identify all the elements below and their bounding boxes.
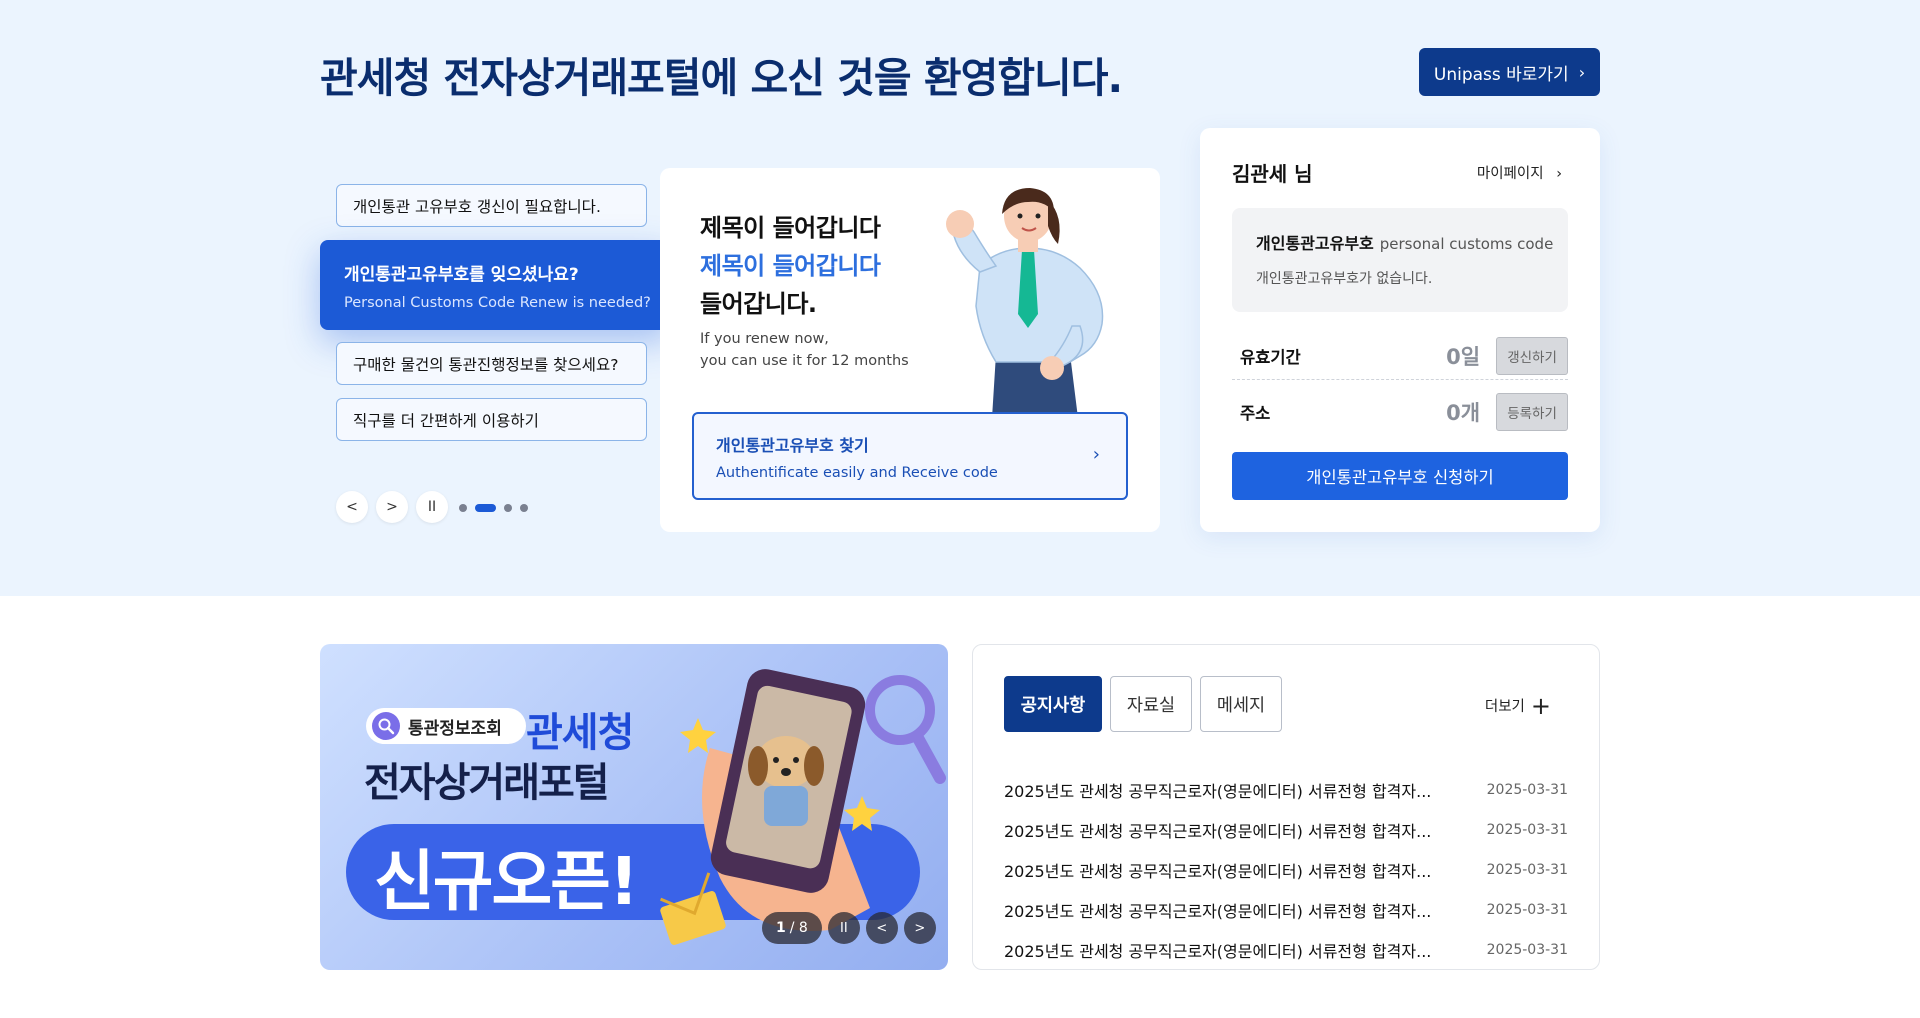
- user-name: 김관세 님: [1232, 162, 1313, 186]
- banner-controls: 1 / 8 II < >: [762, 912, 936, 944]
- notice-date: 2025-03-31: [1486, 782, 1568, 798]
- address-label: 주소: [1240, 404, 1271, 423]
- menu-item-forgot-code[interactable]: 개인통관고유부호를 잊으셨나요? Personal Customs Code R…: [320, 240, 672, 330]
- unipass-button-label: Unipass 바로가기: [1433, 64, 1569, 85]
- banner-next-button[interactable]: >: [903, 912, 936, 944]
- slider-dot[interactable]: [520, 504, 528, 512]
- more-link[interactable]: 더보기 +: [1484, 691, 1551, 720]
- banner-counter-total: / 8: [789, 920, 808, 936]
- apply-code-button[interactable]: 개인통관고유부호 신청하기: [1232, 452, 1568, 500]
- slide-subtext: If you renew now, you can use it for 12 …: [700, 328, 909, 372]
- mypage-label: 마이페이지: [1476, 166, 1544, 182]
- renew-button[interactable]: 갱신하기: [1496, 337, 1568, 375]
- address-value: 0개: [1446, 401, 1481, 425]
- chevron-left-icon: <: [876, 920, 888, 936]
- slide-heading-2: 제목이 들어갑니다: [700, 252, 881, 280]
- tab-messages[interactable]: 메세지: [1200, 676, 1282, 732]
- chevron-right-icon: >: [914, 920, 926, 936]
- notice-board: 공지사항 자료실 메세지 더보기 + 2025년도 관세청 공무직근로자(영문에…: [972, 644, 1600, 970]
- slide-subtext-line-2: you can use it for 12 months: [700, 353, 909, 369]
- customs-code-label-en: personal customs code: [1379, 235, 1554, 253]
- banner-pause-button[interactable]: II: [827, 912, 860, 944]
- chevron-right-icon: ›: [1578, 62, 1586, 82]
- banner-open-text: 신규오픈!: [374, 843, 639, 920]
- notice-row[interactable]: 2025년도 관세청 공무직근로자(영문에디터) 서류전형 합격자... 202…: [1004, 890, 1568, 930]
- notice-title: 2025년도 관세청 공무직근로자(영문에디터) 서류전형 합격자...: [1004, 822, 1432, 841]
- mypage-link[interactable]: 마이페이지 ›: [1477, 162, 1562, 183]
- notice-date: 2025-03-31: [1486, 822, 1568, 838]
- chevron-right-icon: ›: [1556, 166, 1562, 182]
- banner-pill-label: 통관정보조회: [408, 718, 502, 739]
- slider-dot[interactable]: [504, 504, 512, 512]
- notice-title: 2025년도 관세청 공무직근로자(영문에디터) 서류전형 합격자...: [1004, 782, 1432, 801]
- slide-card: 제목이 들어갑니다 제목이 들어갑니다 들어갑니다. If you renew …: [660, 168, 1160, 532]
- validity-label: 유효기간: [1240, 348, 1301, 367]
- banner-pill: 통관정보조회: [366, 708, 526, 744]
- menu-item-forgot-code-subtitle: Personal Customs Code Renew is needed?: [344, 295, 651, 311]
- slider-prev-button[interactable]: <: [336, 491, 368, 523]
- banner-counter: 1 / 8: [762, 912, 822, 944]
- more-label: 더보기: [1484, 699, 1525, 715]
- address-row: 주소 0개 등록하기: [1232, 388, 1568, 436]
- find-code-button[interactable]: 개인통관고유부호 찾기 Authentificate easily and Re…: [692, 412, 1128, 500]
- slide-heading-1: 제목이 들어갑니다: [700, 214, 881, 242]
- search-icon: [372, 712, 400, 740]
- promo-banner[interactable]: 통관정보조회 관세청 전자상거래포털 신규오픈! 1 / 8 II < >: [320, 644, 948, 970]
- notice-date: 2025-03-31: [1486, 902, 1568, 918]
- chevron-right-icon: ›: [1092, 444, 1100, 465]
- banner-counter-current: 1: [776, 920, 786, 936]
- notice-title: 2025년도 관세청 공무직근로자(영문에디터) 서류전형 합격자...: [1004, 862, 1432, 881]
- notice-row[interactable]: 2025년도 관세청 공무직근로자(영문에디터) 서류전형 합격자... 202…: [1004, 770, 1568, 810]
- chevron-right-icon: >: [386, 499, 398, 515]
- menu-item-tracking[interactable]: 구매한 물건의 통관진행정보를 찾으세요?: [336, 342, 647, 385]
- notice-title: 2025년도 관세청 공무직근로자(영문에디터) 서류전형 합격자...: [1004, 902, 1432, 921]
- slider-next-button[interactable]: >: [376, 491, 408, 523]
- customs-code-label: 개인통관고유부호: [1256, 234, 1374, 253]
- customs-code-heading: 개인통관고유부호 personal customs code: [1256, 230, 1553, 254]
- banner-headline: 전자상거래포털: [364, 760, 610, 806]
- find-code-subtitle: Authentificate easily and Receive code: [716, 465, 998, 481]
- plus-icon: +: [1530, 691, 1551, 720]
- chevron-left-icon: <: [346, 499, 358, 515]
- user-card: 김관세 님 마이페이지 › 개인통관고유부호 personal customs c…: [1200, 128, 1600, 532]
- notice-date: 2025-03-31: [1486, 942, 1568, 958]
- slider-dot[interactable]: [459, 504, 467, 512]
- person-illustration: [946, 188, 1104, 418]
- pause-icon: II: [839, 920, 848, 936]
- menu-item-forgot-code-title: 개인통관고유부호를 잊으셨나요?: [344, 265, 579, 285]
- unipass-button[interactable]: Unipass 바로가기 ›: [1419, 48, 1600, 96]
- notice-title: 2025년도 관세청 공무직근로자(영문에디터) 서류전형 합격자...: [1004, 942, 1432, 961]
- register-button[interactable]: 등록하기: [1496, 393, 1568, 431]
- notice-date: 2025-03-31: [1486, 862, 1568, 878]
- slider-pause-button[interactable]: II: [416, 491, 448, 523]
- tab-notices[interactable]: 공지사항: [1004, 676, 1102, 732]
- customs-code-box: 개인통관고유부호 personal customs code 개인통관고유부호가 …: [1232, 208, 1568, 312]
- menu-item-renew[interactable]: 개인통관 고유부호 갱신이 필요합니다.: [336, 184, 647, 227]
- pause-icon: II: [427, 499, 437, 515]
- slide-heading-3: 들어갑니다.: [700, 290, 817, 318]
- notice-row[interactable]: 2025년도 관세청 공무직근로자(영문에디터) 서류전형 합격자... 202…: [1004, 930, 1568, 970]
- notice-row[interactable]: 2025년도 관세청 공무직근로자(영문에디터) 서류전형 합격자... 202…: [1004, 850, 1568, 890]
- validity-row: 유효기간 0일 갱신하기: [1232, 332, 1568, 380]
- banner-prev-button[interactable]: <: [865, 912, 898, 944]
- find-code-title: 개인통관고유부호 찾기: [716, 436, 869, 455]
- slider-dot-active[interactable]: [475, 504, 496, 512]
- slide-subtext-line-1: If you renew now,: [700, 331, 829, 347]
- validity-value: 0일: [1446, 345, 1481, 369]
- menu-item-direct-purchase[interactable]: 직구를 더 간편하게 이용하기: [336, 398, 647, 441]
- notice-row[interactable]: 2025년도 관세청 공무직근로자(영문에디터) 서류전형 합격자... 202…: [1004, 810, 1568, 850]
- customs-code-empty: 개인통관고유부호가 없습니다.: [1256, 271, 1433, 287]
- page-title: 관세청 전자상거래포털에 오신 것을 환영합니다.: [320, 54, 1123, 102]
- row-divider: [1232, 379, 1568, 380]
- tab-archive[interactable]: 자료실: [1110, 676, 1192, 732]
